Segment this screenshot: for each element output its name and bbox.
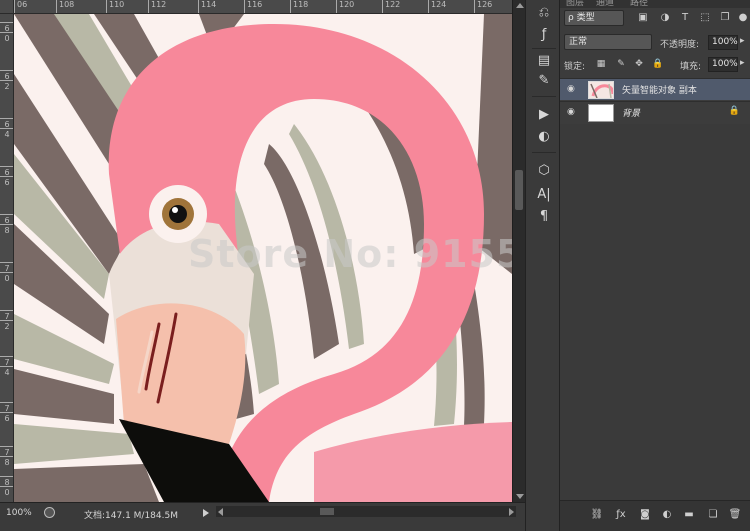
document-canvas[interactable]: Store No: 915595 (14, 14, 512, 502)
new-layer-icon[interactable]: ❏ (706, 508, 720, 522)
tab-layers[interactable]: 图层 (566, 0, 584, 8)
layer-style-icon[interactable]: ƒx (614, 508, 628, 522)
scroll-thumb[interactable] (515, 170, 523, 210)
layers-list-empty-area (560, 124, 750, 500)
adjustments-icon[interactable]: ▤ (533, 52, 555, 70)
ruler-top-tick: 126 (474, 0, 492, 13)
link-layers-icon[interactable]: ⛓ (590, 508, 604, 522)
panel-dock: ⎌ ƒ ▤ ✎ ▶ ◐ ⬡ A| ¶ (525, 0, 560, 531)
ruler-left-tick: 4 (0, 128, 13, 139)
layer-row[interactable]: ◉ 矢量智能对象 副本 (560, 78, 750, 100)
filter-adjustment-icon[interactable]: ◑ (658, 11, 672, 25)
eye-pupil (169, 205, 187, 223)
layer-thumbnail (588, 81, 614, 99)
blend-mode-select[interactable]: 正常 (564, 34, 652, 50)
ruler-top-tick: 112 (148, 0, 166, 13)
status-bar: 100% 文档:147.1 M/184.5M (0, 502, 525, 531)
tool-divider (532, 48, 556, 49)
layer-name[interactable]: 背景 (622, 106, 640, 119)
layer-lock-icon: 🔒 (728, 106, 740, 116)
ruler-left-tick: 0 (0, 32, 13, 43)
ruler-top-tick: 122 (382, 0, 400, 13)
play-icon[interactable]: ▶ (533, 106, 555, 124)
opacity-field[interactable]: 100% (708, 35, 738, 50)
ruler-top-tick: 110 (106, 0, 124, 13)
ruler-left-tick: 2 (0, 320, 13, 331)
layers-panel-footer: ⛓ ƒx ◙ ◐ ▬ ❏ 🗑 (560, 500, 750, 531)
add-mask-icon[interactable]: ◙ (638, 508, 652, 522)
fill-dropdown-icon[interactable]: ▸ (740, 58, 745, 68)
doc-size: 文档:147.1 M/184.5M (84, 511, 178, 521)
ruler-top-tick: 116 (244, 0, 262, 13)
new-group-icon[interactable]: ▬ (682, 508, 696, 522)
ruler-top-tick: 06 (14, 0, 27, 13)
doc-info-icon[interactable] (44, 507, 55, 518)
ruler-top-tick: 114 (198, 0, 216, 13)
opacity-label: 不透明度: (660, 40, 700, 50)
filter-smart-icon[interactable]: ❐ (718, 11, 732, 25)
lock-position-icon[interactable]: ✥ (634, 59, 644, 69)
color-icon[interactable]: ◐ (533, 128, 555, 146)
character-icon[interactable]: A| (533, 186, 555, 204)
ruler-top: 06 108 110 112 114 116 118 120 122 124 1… (14, 0, 512, 14)
tool-divider (532, 96, 556, 97)
visibility-eye-icon[interactable]: ◉ (567, 84, 579, 94)
ruler-left: 6 0 6 2 6 4 6 6 6 8 7 0 7 2 7 4 7 6 7 8 … (0, 14, 14, 502)
actions-icon[interactable]: ƒ (533, 26, 555, 44)
ruler-left-tick: 8 (0, 224, 13, 235)
scroll-up-icon[interactable] (516, 3, 524, 8)
scroll-right-icon[interactable] (509, 508, 514, 516)
layer-filter-select[interactable]: ρ 类型 (564, 10, 624, 26)
ruler-left-tick: 6 (0, 412, 13, 423)
status-menu-icon[interactable] (203, 509, 209, 517)
scroll-left-icon[interactable] (218, 508, 223, 516)
delete-layer-icon[interactable]: 🗑 (728, 508, 742, 522)
ruler-left-tick: 0 (0, 272, 13, 283)
ruler-left-tick: 2 (0, 80, 13, 91)
layer-name[interactable]: 矢量智能对象 副本 (622, 83, 697, 96)
photoshop-window: 06 108 110 112 114 116 118 120 122 124 1… (0, 0, 750, 531)
filter-type-icon[interactable]: T (678, 11, 692, 25)
lock-pixels-icon[interactable]: ✎ (616, 59, 626, 69)
vertical-scrollbar[interactable] (512, 0, 525, 502)
paragraph-icon[interactable]: ¶ (533, 208, 555, 226)
visibility-eye-icon[interactable]: ◉ (567, 107, 579, 117)
adjustment-layer-icon[interactable]: ◐ (660, 508, 674, 522)
tab-paths[interactable]: 路径 (630, 0, 648, 8)
layers-panel: 图层 通道 路径 ρ 类型 ▣ ◑ T ⬚ ❐ ● 正常 不透明度: 100% … (560, 0, 750, 531)
scroll-thumb[interactable] (320, 508, 334, 515)
scroll-down-icon[interactable] (516, 494, 524, 499)
ruler-top-tick: 120 (336, 0, 354, 13)
brush-icon[interactable]: ✎ (533, 72, 555, 90)
history-icon[interactable]: ⎌ (533, 4, 555, 22)
filter-shape-icon[interactable]: ⬚ (698, 11, 712, 25)
lock-label: 锁定: (564, 62, 586, 72)
leaf-dark (14, 464, 159, 502)
ruler-corner (0, 0, 14, 14)
ruler-top-tick: 118 (290, 0, 308, 13)
ruler-left-tick: 4 (0, 366, 13, 377)
lock-transparent-icon[interactable]: ▦ (596, 59, 606, 69)
horizontal-scrollbar[interactable] (216, 506, 516, 517)
lock-all-icon[interactable]: 🔒 (652, 59, 663, 69)
ruler-left-tick: 8 (0, 456, 13, 467)
ruler-top-tick: 124 (428, 0, 446, 13)
fill-label: 填充: (680, 62, 702, 72)
ruler-left-tick: 6 (0, 176, 13, 187)
opacity-dropdown-icon[interactable]: ▸ (740, 36, 745, 46)
panel-tabs: 图层 通道 路径 (560, 0, 750, 8)
layer-row[interactable]: ◉ 背景 🔒 (560, 101, 750, 123)
3d-icon[interactable]: ⬡ (533, 162, 555, 180)
filter-pixel-icon[interactable]: ▣ (636, 11, 650, 25)
filter-toggle-icon[interactable]: ● (736, 11, 750, 25)
zoom-level[interactable]: 100% (6, 508, 32, 518)
layer-thumbnail (588, 104, 614, 122)
tool-divider (532, 152, 556, 153)
eye-glint (172, 207, 178, 213)
tab-channels[interactable]: 通道 (596, 0, 614, 8)
ruler-top-tick: 108 (56, 0, 74, 13)
fill-field[interactable]: 100% (708, 57, 738, 72)
watermark-text: Store No: 915595 (188, 232, 512, 276)
ruler-left-tick: 0 (0, 486, 13, 497)
